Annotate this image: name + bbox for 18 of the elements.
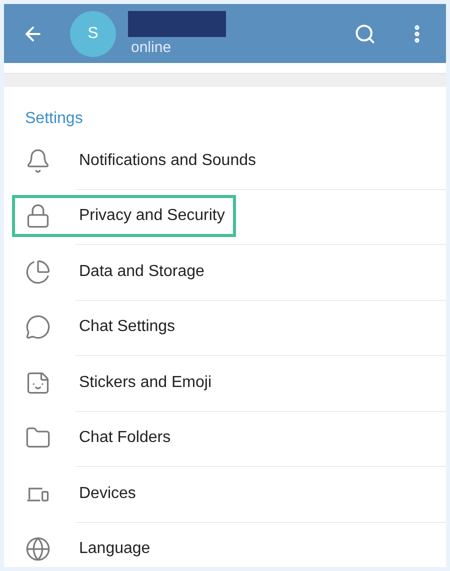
- bell-icon: [25, 148, 51, 174]
- section-title: Settings: [25, 110, 83, 127]
- settings-item[interactable]: Data and Storage: [12, 250, 216, 293]
- speech-bubble-icon: [25, 314, 51, 340]
- settings-item[interactable]: Chat Folders: [12, 417, 182, 460]
- avatar: S: [70, 10, 116, 56]
- settings-item[interactable]: Language: [12, 528, 162, 570]
- settings-item[interactable]: Privacy and Security: [12, 195, 236, 238]
- settings-item[interactable]: Devices: [12, 472, 147, 515]
- sticker-icon: [25, 370, 51, 396]
- globe-icon: [25, 536, 51, 562]
- settings-item[interactable]: Notifications and Sounds: [12, 140, 267, 182]
- settings-item[interactable]: Stickers and Emoji: [12, 362, 222, 404]
- settings-item[interactable]: Chat Settings: [12, 306, 186, 348]
- search-icon[interactable]: [354, 22, 376, 44]
- status-text: online: [131, 38, 172, 56]
- pie-chart-icon: [25, 258, 51, 285]
- lock-icon: [25, 203, 51, 230]
